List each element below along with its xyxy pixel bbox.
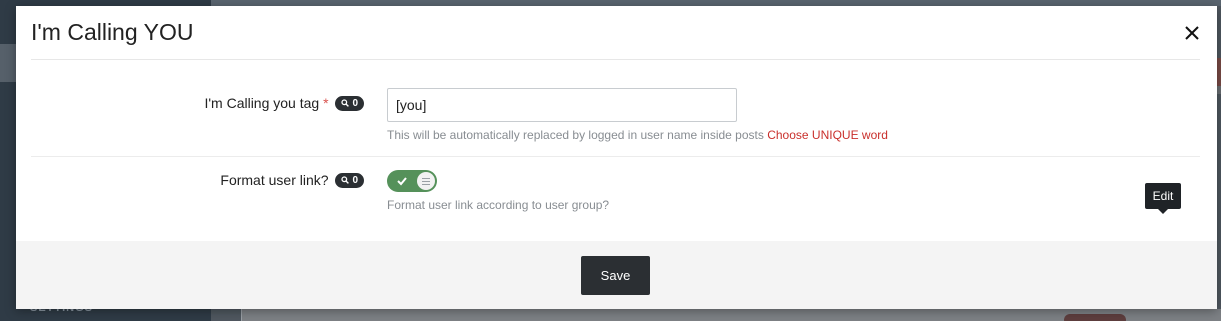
close-icon [1185, 26, 1199, 40]
calling-tag-input[interactable] [387, 88, 737, 122]
header-divider [31, 59, 1200, 60]
background-status-pill [1064, 314, 1126, 321]
row-divider [31, 156, 1200, 157]
tag-field-label-group: I'm Calling you tag * 0 [204, 95, 364, 111]
format-link-label-group: Format user link? 0 [220, 172, 364, 188]
modal-footer: Save [16, 241, 1217, 309]
close-button[interactable] [1181, 22, 1203, 44]
background-table-row [241, 309, 1221, 321]
tag-badge-count: 0 [352, 97, 358, 109]
tag-help-text: This will be automatically replaced by l… [387, 128, 888, 142]
format-link-badge-count: 0 [352, 174, 358, 186]
modal-dialog: I'm Calling YOU I'm Calling you tag * 0 … [16, 6, 1217, 309]
tag-help-accent: Choose UNIQUE word [767, 128, 888, 142]
format-link-help: Format user link according to user group… [387, 198, 610, 212]
search-icon [341, 176, 350, 184]
modal-header: I'm Calling YOU [16, 6, 1217, 60]
tag-field-label: I'm Calling you tag [204, 95, 320, 111]
edit-tooltip: Edit [1145, 183, 1181, 214]
modal-title: I'm Calling YOU [31, 19, 194, 45]
required-marker: * [323, 95, 329, 111]
format-link-search-badge[interactable]: 0 [335, 172, 364, 188]
tag-search-badge[interactable]: 0 [335, 95, 364, 111]
format-link-label: Format user link? [220, 172, 329, 188]
toggle-knob [417, 172, 435, 190]
save-button[interactable]: Save [581, 256, 650, 295]
search-icon [341, 99, 350, 107]
format-link-toggle[interactable] [387, 170, 437, 192]
tag-help-description: This will be automatically replaced by l… [387, 128, 764, 142]
check-icon [397, 177, 407, 186]
